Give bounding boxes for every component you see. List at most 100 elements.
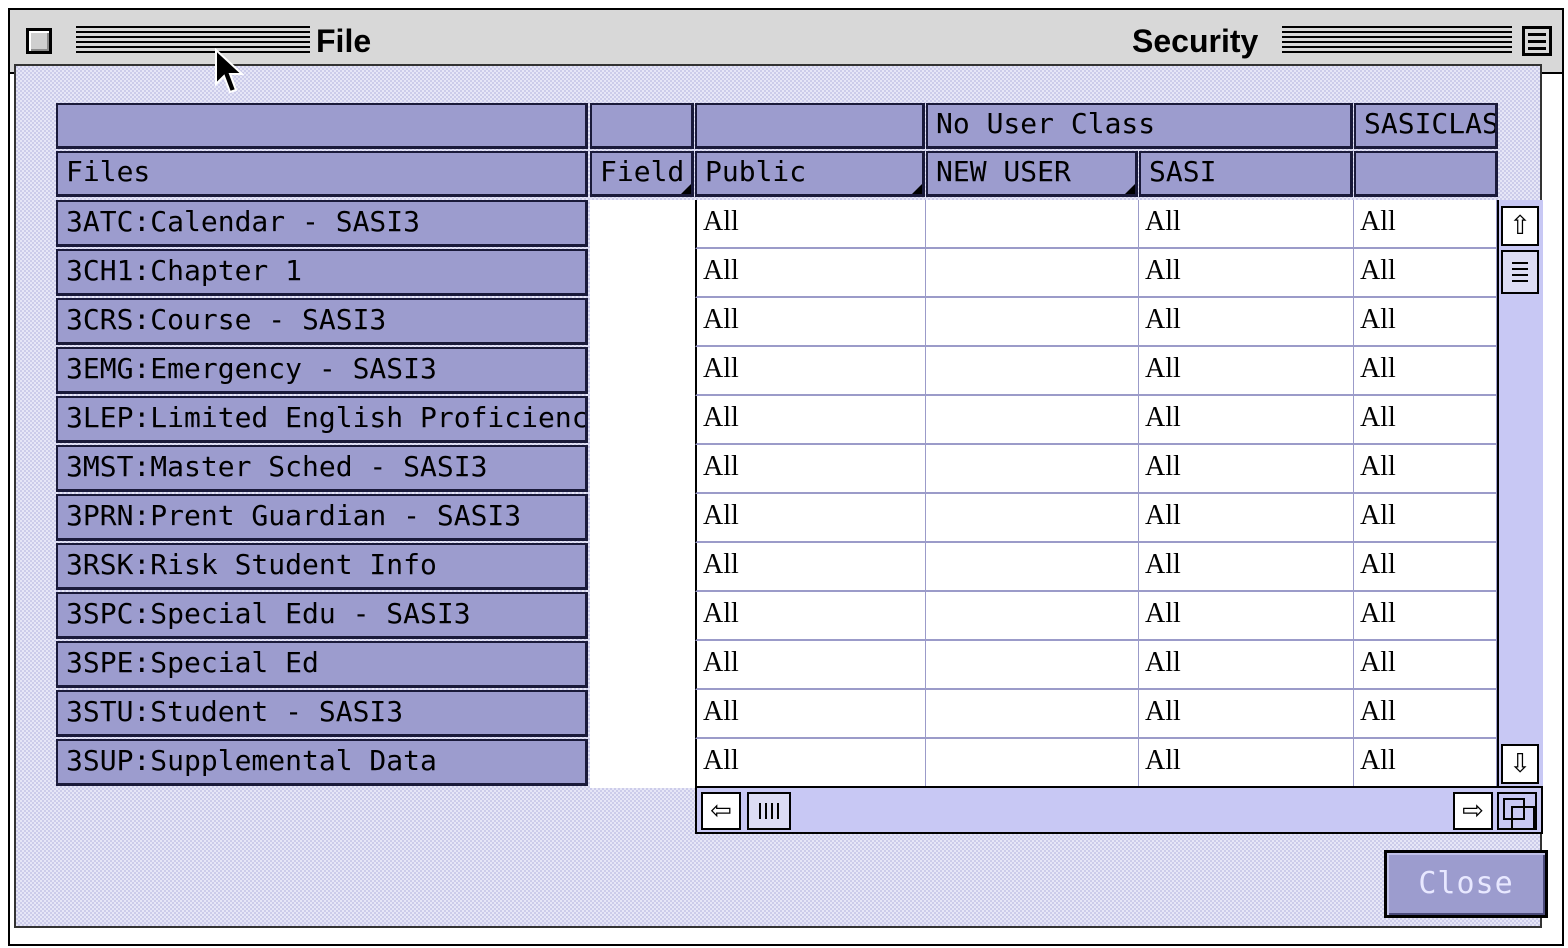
- arrow-down-icon[interactable]: ⇩: [1501, 744, 1539, 784]
- table-cell-public[interactable]: All: [695, 298, 927, 347]
- column-header-field[interactable]: Field: [590, 151, 694, 197]
- table-cell-field[interactable]: [590, 641, 696, 690]
- resize-grip-icon[interactable]: [1497, 792, 1537, 830]
- table-cell-sasiclas[interactable]: All: [1354, 200, 1498, 249]
- table-cell-sasi[interactable]: All: [1139, 200, 1355, 249]
- table-cell-new-user[interactable]: [926, 494, 1140, 543]
- table-cell-new-user[interactable]: [926, 739, 1140, 788]
- group-header-blank: [590, 103, 694, 149]
- window-collapse-box[interactable]: [1522, 26, 1552, 56]
- row-header-file[interactable]: 3PRN:Prent Guardian - SASI3: [56, 494, 588, 541]
- title-bar-stripes: [76, 26, 316, 56]
- table-cell-sasi[interactable]: All: [1139, 543, 1355, 592]
- table-cell-new-user[interactable]: [926, 298, 1140, 347]
- table-cell-field[interactable]: [590, 494, 696, 543]
- row-header-file[interactable]: 3MST:Master Sched - SASI3: [56, 445, 588, 492]
- horizontal-scroll-thumb[interactable]: [747, 792, 791, 830]
- table-cell-sasi[interactable]: All: [1139, 641, 1355, 690]
- row-header-file[interactable]: 3LEP:Limited English Proficiency: [56, 396, 588, 443]
- table-cell-sasiclas[interactable]: All: [1354, 739, 1498, 788]
- column-header-sasiclas[interactable]: [1354, 151, 1498, 197]
- table-cell-sasi[interactable]: All: [1139, 494, 1355, 543]
- row-header-file[interactable]: 3RSK:Risk Student Info: [56, 543, 588, 590]
- table-cell-public[interactable]: All: [695, 249, 927, 298]
- table-cell-sasiclas[interactable]: All: [1354, 494, 1498, 543]
- table-cell-new-user[interactable]: [926, 690, 1140, 739]
- arrow-left-icon[interactable]: ⇦: [701, 792, 741, 830]
- table-cell-new-user[interactable]: [926, 445, 1140, 494]
- table-cell-sasiclas[interactable]: All: [1354, 445, 1498, 494]
- row-header-file[interactable]: 3EMG:Emergency - SASI3: [56, 347, 588, 394]
- table-cell-sasi[interactable]: All: [1139, 298, 1355, 347]
- column-header-new-user[interactable]: NEW USER: [926, 151, 1138, 197]
- table-cell-field[interactable]: [590, 592, 696, 641]
- table-cell-new-user[interactable]: [926, 347, 1140, 396]
- row-header-file[interactable]: 3ATC:Calendar - SASI3: [56, 200, 588, 247]
- table-cell-field[interactable]: [590, 200, 696, 249]
- row-header-file[interactable]: 3SPE:Special Ed: [56, 641, 588, 688]
- table-cell-sasi[interactable]: All: [1139, 445, 1355, 494]
- table-cell-new-user[interactable]: [926, 249, 1140, 298]
- table-cell-sasi[interactable]: All: [1139, 739, 1355, 788]
- arrow-right-icon[interactable]: ⇨: [1453, 792, 1493, 830]
- table-cell-sasiclas[interactable]: All: [1354, 249, 1498, 298]
- column-header-files[interactable]: Files: [56, 151, 588, 197]
- table-cell-public[interactable]: All: [695, 445, 927, 494]
- table-cell-public[interactable]: All: [695, 347, 927, 396]
- row-header-file[interactable]: 3SPC:Special Edu - SASI3: [56, 592, 588, 639]
- table-cell-public[interactable]: All: [695, 396, 927, 445]
- table-cell-new-user[interactable]: [926, 641, 1140, 690]
- table-cell-field[interactable]: [590, 739, 696, 788]
- table-cell-field[interactable]: [590, 396, 696, 445]
- table-cell-sasi[interactable]: All: [1139, 592, 1355, 641]
- window-title-file: File: [310, 21, 378, 61]
- vertical-scrollbar[interactable]: ⇧ ⇩: [1497, 200, 1543, 786]
- table-cell-field[interactable]: [590, 347, 696, 396]
- group-header-blank: [695, 103, 925, 149]
- group-header-blank: [56, 103, 588, 149]
- table-cell-sasi[interactable]: All: [1139, 396, 1355, 445]
- table-cell-field[interactable]: [590, 543, 696, 592]
- table-cell-sasiclas[interactable]: All: [1354, 641, 1498, 690]
- table-cell-sasiclas[interactable]: All: [1354, 347, 1498, 396]
- table-cell-public[interactable]: All: [695, 592, 927, 641]
- row-header-file[interactable]: 3CH1:Chapter 1: [56, 249, 588, 296]
- table-cell-public[interactable]: All: [695, 494, 927, 543]
- table-cell-sasiclas[interactable]: All: [1354, 690, 1498, 739]
- table-cell-field[interactable]: [590, 249, 696, 298]
- table-cell-sasiclas[interactable]: All: [1354, 543, 1498, 592]
- table-cell-public[interactable]: All: [695, 739, 927, 788]
- column-header-public[interactable]: Public: [695, 151, 925, 197]
- table-cell-new-user[interactable]: [926, 543, 1140, 592]
- table-cell-sasiclas[interactable]: All: [1354, 592, 1498, 641]
- group-header-sasiclas[interactable]: SASICLAS: [1354, 103, 1498, 149]
- row-header-file[interactable]: 3CRS:Course - SASI3: [56, 298, 588, 345]
- table-cell-sasiclas[interactable]: All: [1354, 298, 1498, 347]
- table-cell-field[interactable]: [590, 445, 696, 494]
- table-cell-sasi[interactable]: All: [1139, 690, 1355, 739]
- row-header-file[interactable]: 3SUP:Supplemental Data: [56, 739, 588, 786]
- table-cell-public[interactable]: All: [695, 543, 927, 592]
- table-cell-sasiclas[interactable]: All: [1354, 396, 1498, 445]
- window-close-box[interactable]: [26, 28, 52, 54]
- vertical-scroll-thumb[interactable]: [1501, 250, 1539, 294]
- table-cell-field[interactable]: [590, 298, 696, 347]
- table-cell-new-user[interactable]: [926, 592, 1140, 641]
- table-cell-public[interactable]: All: [695, 690, 927, 739]
- title-bar-stripes-right: [1282, 26, 1512, 56]
- row-header-file[interactable]: 3STU:Student - SASI3: [56, 690, 588, 737]
- table-cell-public[interactable]: All: [695, 641, 927, 690]
- group-header-no-user-class[interactable]: No User Class: [926, 103, 1353, 149]
- close-button[interactable]: Close: [1384, 850, 1548, 918]
- table-cell-new-user[interactable]: [926, 200, 1140, 249]
- table-cell-new-user[interactable]: [926, 396, 1140, 445]
- table-cell-public[interactable]: All: [695, 200, 927, 249]
- window-title-security: Security: [1126, 21, 1265, 61]
- table-cell-sasi[interactable]: All: [1139, 249, 1355, 298]
- table-cell-field[interactable]: [590, 690, 696, 739]
- horizontal-scrollbar[interactable]: ⇦ ⇨: [695, 786, 1543, 834]
- mouse-pointer-icon: [215, 48, 245, 94]
- arrow-up-icon[interactable]: ⇧: [1501, 206, 1539, 246]
- table-cell-sasi[interactable]: All: [1139, 347, 1355, 396]
- column-header-sasi[interactable]: SASI: [1139, 151, 1353, 197]
